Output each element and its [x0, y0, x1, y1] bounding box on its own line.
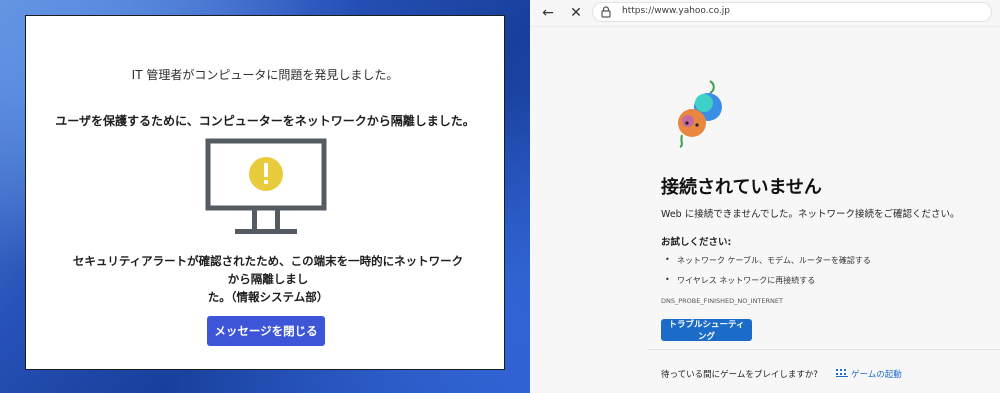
isolation-alert-dialog: IT 管理者がコンピュータに問題を発見しました。 ユーザを保護するために、コンピ… [25, 15, 505, 370]
try-heading: お試しください: [661, 237, 732, 248]
browser-window: ← ✕ https://www.yahoo.co.jp 接続されていません We… [530, 0, 1000, 393]
browser-toolbar: ← ✕ https://www.yahoo.co.jp [530, 0, 1000, 26]
suggestion-item: ネットワーク ケーブル、モデム、ルーターを確認する [665, 255, 871, 266]
error-title: 接続されていません [661, 177, 822, 198]
troubleshoot-button[interactable]: トラブルシューティング [661, 319, 752, 342]
game-question: 待っている間にゲームをプレイしますか? [661, 370, 818, 380]
launch-game-link[interactable]: ゲームの起動 [851, 368, 902, 380]
dialog-heading: ユーザを保護するために、コンピューターをネットワークから隔離しました。 [55, 114, 475, 128]
error-page: 接続されていません Web に接続できませんでした。ネットワーク接続をご確認くだ… [530, 26, 1000, 393]
address-url: https://www.yahoo.co.jp [622, 6, 731, 16]
back-arrow-icon[interactable]: ← [540, 5, 556, 21]
lock-icon [601, 6, 611, 18]
divider [648, 349, 1000, 350]
error-description: Web に接続できませんでした。ネットワーク接続をご確認ください。 [661, 209, 960, 220]
dialog-body-line2: た。（情報システム部） [207, 290, 329, 304]
dialog-title: IT 管理者がコンピュータに問題を発見しました。 [131, 68, 399, 82]
stop-icon[interactable]: ✕ [568, 5, 584, 21]
dialog-body: セキュリティアラートが確認されたため、この端末を一時的にネットワークから隔離しま… [68, 252, 468, 306]
warning-monitor-icon [205, 138, 327, 234]
dialog-body-line1: セキュリティアラートが確認されたため、この端末を一時的にネットワークから隔離しま… [72, 254, 464, 286]
error-code: DNS_PROBE_FINISHED_NO_INTERNET [661, 297, 783, 305]
suggestion-item: ワイヤレス ネットワークに再接続する [665, 275, 815, 286]
address-bar[interactable]: https://www.yahoo.co.jp [592, 2, 992, 22]
game-icon[interactable] [836, 368, 848, 378]
close-message-button[interactable]: メッセージを閉じる [207, 316, 325, 346]
disconnected-plug-icon [678, 80, 722, 148]
